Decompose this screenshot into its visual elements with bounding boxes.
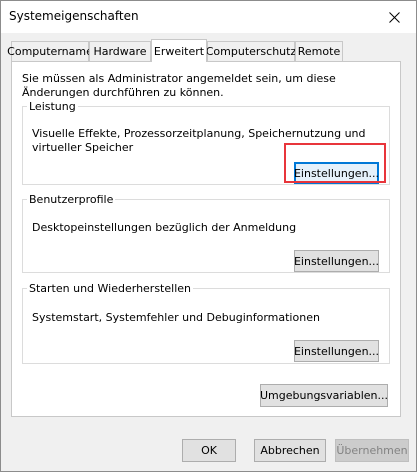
title-bar[interactable]: Systemeigenschaften <box>1 1 416 33</box>
tab-label: Computerschutz <box>205 45 297 58</box>
admin-notice: Sie müssen als Administrator angemeldet … <box>22 72 336 99</box>
window-title: Systemeigenschaften <box>9 9 139 23</box>
cancel-button[interactable]: Abbrechen <box>254 439 326 462</box>
tab-remote[interactable]: Remote <box>295 41 343 61</box>
tab-hardware[interactable]: Hardware <box>89 41 151 61</box>
system-properties-window: Systemeigenschaften Computername Hardwar… <box>0 0 417 472</box>
performance-group-title: Leistung <box>29 100 76 113</box>
close-icon <box>389 11 400 23</box>
apply-button[interactable]: Übernehmen <box>335 439 409 462</box>
startup-recovery-settings-button[interactable]: Einstellungen... <box>294 340 379 362</box>
tab-erweitert[interactable]: Erweitert <box>151 39 207 62</box>
startup-recovery-group: Starten und Wiederherstellen Systemstart… <box>22 282 390 364</box>
highlight-box <box>284 143 386 183</box>
tab-label: Remote <box>297 45 341 58</box>
tab-computerschutz[interactable]: Computerschutz <box>205 41 297 61</box>
user-profiles-group: Benutzerprofile Desktopeinstellungen bez… <box>22 193 390 273</box>
startup-recovery-group-title: Starten und Wiederherstellen <box>29 282 191 295</box>
tab-page-erweitert: Sie müssen als Administrator angemeldet … <box>11 61 401 417</box>
tab-label: Hardware <box>93 45 147 58</box>
startup-recovery-description: Systemstart, Systemfehler und Debuginfor… <box>32 311 320 324</box>
tab-label: Computername <box>7 45 93 58</box>
user-profiles-description: Desktopeinstellungen bezüglich der Anmel… <box>32 221 297 234</box>
user-profiles-group-title: Benutzerprofile <box>29 193 114 206</box>
tab-label: Erweitert <box>153 44 205 58</box>
environment-variables-button[interactable]: Umgebungsvariablen... <box>260 384 388 407</box>
user-profiles-settings-button[interactable]: Einstellungen... <box>294 250 379 272</box>
tab-computername[interactable]: Computername <box>7 41 93 61</box>
ok-button[interactable]: OK <box>182 439 236 462</box>
close-button[interactable] <box>373 1 416 33</box>
